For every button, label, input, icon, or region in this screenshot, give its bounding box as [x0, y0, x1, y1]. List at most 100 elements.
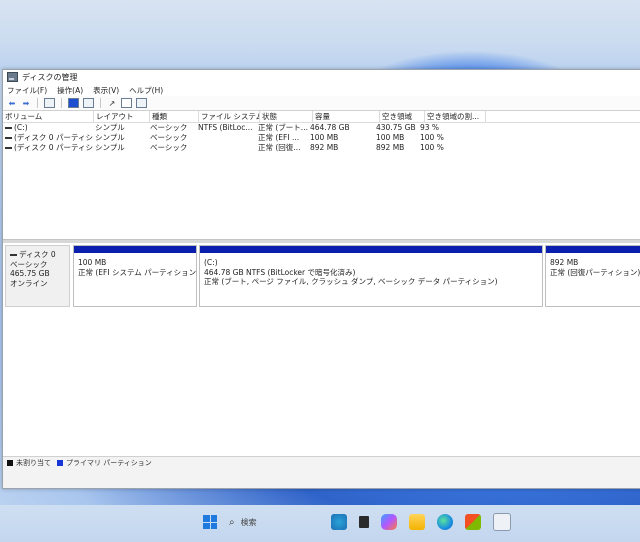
- volume-icon: [5, 127, 12, 129]
- task-view-icon[interactable]: [359, 516, 369, 528]
- title-bar[interactable]: ディスクの管理: [3, 70, 640, 84]
- column-file-system[interactable]: ファイル システム: [199, 111, 260, 122]
- partition-bar: [74, 246, 196, 253]
- volume-icon: [5, 147, 12, 149]
- partition-status: 正常 (回復パーティション): [550, 267, 640, 277]
- volume-cell: (C:): [3, 123, 93, 133]
- type-cell: ベーシック: [150, 143, 188, 152]
- list-view-icon[interactable]: [136, 98, 147, 108]
- partition-efi[interactable]: 100 MB 正常 (EFI システム パーティション): [73, 245, 197, 307]
- column-free-space[interactable]: 空き領域: [380, 111, 425, 122]
- toolbar: ⬅ ➡ ↗: [3, 96, 640, 111]
- table-row[interactable]: (ディスク 0 パーティシ... シンプル ベーシック 正常 (EFI ... …: [3, 133, 640, 143]
- menu-file[interactable]: ファイル(F): [7, 85, 47, 96]
- menu-help[interactable]: ヘルプ(H): [129, 85, 163, 96]
- toolbar-separator: [37, 98, 38, 108]
- toolbar-separator: [61, 98, 62, 108]
- capacity-cell: 464.78 GB: [310, 123, 350, 132]
- forward-arrow-icon[interactable]: ➡: [21, 99, 31, 108]
- file-system-cell: [196, 143, 256, 153]
- partition-size: 464.78 GB NTFS (BitLocker で暗号化済み): [204, 267, 356, 277]
- type-cell: ベーシック: [150, 123, 188, 132]
- partition-bar: [200, 246, 542, 253]
- layout-cell: シンプル: [95, 143, 125, 152]
- check-icon[interactable]: [121, 98, 132, 108]
- snipping-tool-icon[interactable]: [493, 513, 511, 531]
- file-explorer-icon[interactable]: [409, 514, 425, 530]
- partition-status: 正常 (EFI システム パーティション): [78, 267, 196, 277]
- column-status[interactable]: 状態: [260, 111, 313, 122]
- partition-size: 892 MB: [550, 258, 579, 267]
- legend-swatch-unallocated: [7, 460, 13, 466]
- column-layout[interactable]: レイアウト: [94, 111, 150, 122]
- menu-view[interactable]: 表示(V): [93, 85, 119, 96]
- show-hide-console-icon[interactable]: [44, 98, 55, 108]
- partition-recovery[interactable]: 892 MB 正常 (回復パーティション): [545, 245, 640, 307]
- table-row[interactable]: (ディスク 0 パーティシ... シンプル ベーシック 正常 (回復... 89…: [3, 143, 640, 153]
- disk-name-line: ディスク 0: [10, 250, 69, 260]
- status-cell: 正常 (回復...: [258, 143, 301, 152]
- disk-type: ベーシック: [10, 259, 48, 269]
- status-cell: 正常 (EFI ...: [258, 133, 300, 142]
- disk-icon: [10, 254, 17, 256]
- free-space-cell: 430.75 GB: [376, 123, 416, 132]
- volume-list-header: ボリューム レイアウト 種類 ファイル システム 状態 容量 空き領域 空き領域…: [3, 111, 640, 123]
- legend-unallocated: 未割り当て: [7, 458, 51, 468]
- layout-cell: シンプル: [95, 123, 125, 132]
- disk-management-window: ディスクの管理 ファイル(F) 操作(A) 表示(V) ヘルプ(H) ⬅ ➡ ↗…: [2, 69, 640, 489]
- partition-bar: [546, 246, 640, 253]
- menu-bar: ファイル(F) 操作(A) 表示(V) ヘルプ(H): [3, 84, 640, 96]
- volume-list: ボリューム レイアウト 種類 ファイル システム 状態 容量 空き領域 空き領域…: [3, 111, 640, 239]
- edge-browser-icon[interactable]: [437, 514, 453, 530]
- microsoft-store-icon[interactable]: [465, 514, 481, 530]
- search-icon: ⌕: [229, 516, 235, 528]
- desktop-wallpaper: [0, 0, 640, 70]
- partition-size: 100 MB: [78, 258, 107, 267]
- menu-action[interactable]: 操作(A): [57, 85, 83, 96]
- toolbar-separator: [100, 98, 101, 108]
- legend: 未割り当て プライマリ パーティション: [3, 456, 640, 469]
- capacity-cell: 100 MB: [310, 133, 339, 142]
- volume-name: (C:): [14, 123, 28, 132]
- partition-c[interactable]: (C:) 464.78 GB NTFS (BitLocker で暗号化済み) 正…: [199, 245, 543, 307]
- taskbar-search[interactable]: ⌕ 検索: [229, 514, 319, 530]
- search-label: 検索: [240, 517, 257, 527]
- percent-free-cell: 93 %: [420, 123, 440, 132]
- connect-disk-icon[interactable]: ↗: [107, 99, 117, 108]
- disk-management-icon: [7, 72, 18, 82]
- back-arrow-icon[interactable]: ⬅: [7, 99, 17, 108]
- partition-label: (C:): [204, 258, 218, 267]
- partition-text: (C:) 464.78 GB NTFS (BitLocker で暗号化済み) 正…: [200, 253, 542, 287]
- type-cell: ベーシック: [150, 133, 188, 142]
- file-system-cell: NTFS (BitLoc...: [198, 123, 253, 132]
- legend-label: 未割り当て: [16, 459, 51, 467]
- free-space-cell: 100 MB: [376, 133, 405, 142]
- percent-free-cell: 100 %: [420, 143, 444, 152]
- taskbar-icons: ⌕ 検索: [203, 513, 511, 531]
- disk-name: ディスク 0: [19, 250, 56, 259]
- disk-0-row[interactable]: ディスク 0 ベーシック 465.75 GB オンライン 100 MB 正常 (…: [3, 245, 640, 309]
- start-windows-icon[interactable]: [203, 515, 217, 529]
- volume-icon: [5, 137, 12, 139]
- partition-text: 100 MB 正常 (EFI システム パーティション): [74, 253, 196, 277]
- column-capacity[interactable]: 容量: [313, 111, 380, 122]
- volume-cell: (ディスク 0 パーティシ...: [3, 143, 93, 153]
- column-volume[interactable]: ボリューム: [3, 111, 94, 122]
- copilot-icon[interactable]: [381, 514, 397, 530]
- widgets-icon[interactable]: [331, 514, 347, 530]
- disk-label[interactable]: ディスク 0 ベーシック 465.75 GB オンライン: [5, 245, 70, 307]
- disk-status: オンライン: [10, 278, 48, 288]
- legend-label: プライマリ パーティション: [66, 459, 152, 467]
- legend-swatch-primary: [57, 460, 63, 466]
- partition-status: 正常 (ブート, ページ ファイル, クラッシュ ダンプ, ベーシック データ …: [204, 277, 498, 286]
- help-icon[interactable]: [68, 98, 79, 108]
- table-row[interactable]: (C:) シンプル ベーシック NTFS (BitLoc... 正常 (ブート.…: [3, 123, 640, 133]
- taskbar: ⌕ 検索: [0, 505, 640, 542]
- column-percent-free[interactable]: 空き領域の割...: [425, 111, 486, 122]
- column-type[interactable]: 種類: [150, 111, 199, 122]
- percent-free-cell: 100 %: [420, 133, 444, 142]
- volume-cell: (ディスク 0 パーティシ...: [3, 133, 93, 143]
- volume-name: (ディスク 0 パーティシ...: [14, 133, 93, 142]
- disk-size: 465.75 GB: [10, 269, 50, 278]
- properties-icon[interactable]: [83, 98, 94, 108]
